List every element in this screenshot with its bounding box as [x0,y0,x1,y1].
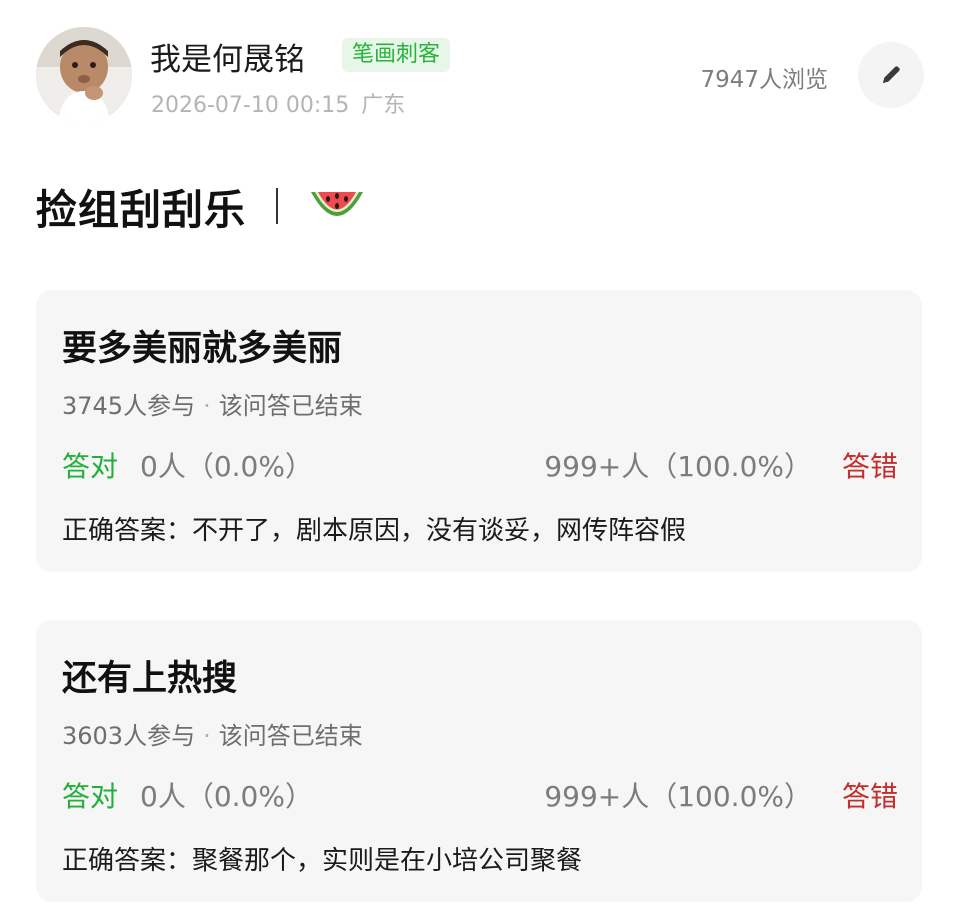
wrong-count: 999+人（100.0%） [544,780,812,813]
wrong-count: 999+人（100.0%） [544,450,812,483]
quiz-stats: 3745人参与 · 该问答已结束 [62,386,363,421]
watermelon-icon [311,192,363,216]
edit-button[interactable] [858,42,924,108]
correct-label: 答对 [62,450,119,483]
post-title-row: 捡组刮刮乐 [36,176,366,236]
participant-count: 3603人参与 [62,722,196,750]
quiz-question: 还有上热搜 [62,659,238,699]
avatar-photo [36,27,132,123]
pencil-icon [883,66,900,83]
author-tag-badge: 笔画刺客 [342,38,451,72]
quiz-status: 该问答已结束 [218,722,363,750]
post-location: 广东 [361,93,406,118]
wrong-label: 答错 [841,450,898,483]
result-row: 答对 0人（0.0%） 999+人（100.0%） 答错 [62,775,898,815]
author-name[interactable]: 我是何晟铭 [150,34,305,79]
correct-label: 答对 [62,780,119,813]
correct-count: 0人（0.0%） [140,780,313,813]
quiz-card[interactable]: 还有上热搜 3603人参与 · 该问答已结束 答对 0人（0.0%） 999+人（1… [36,620,922,902]
correct-answer: 正确答案：聚餐那个，实则是在小培公司聚餐 [62,846,583,876]
post-header: 我是何晟铭 笔画刺客 2026-07-10 00:15 广东 7947人浏览 [0,0,960,140]
title-divider [276,188,278,224]
quiz-card[interactable]: 要多美丽就多美丽 3745人参与 · 该问答已结束 答对 0人（0.0%） 999+… [36,290,922,572]
quiz-status: 该问答已结束 [218,392,363,420]
post-timestamp: 2026-07-10 00:15 [151,93,350,118]
correct-answer: 正确答案：不开了，剧本原因，没有谈妥，网传阵容假 [62,516,687,546]
post-meta: 2026-07-10 00:15 广东 [151,87,405,119]
result-row: 答对 0人（0.0%） 999+人（100.0%） 答错 [62,445,898,485]
correct-count: 0人（0.0%） [140,450,313,483]
wrong-label: 答错 [841,780,898,813]
quiz-stats: 3603人参与 · 该问答已结束 [62,716,363,751]
avatar[interactable] [36,27,132,123]
view-count: 7947人浏览 [700,67,828,93]
quiz-question: 要多美丽就多美丽 [62,329,343,369]
participant-count: 3745人参与 [62,392,196,420]
page-title: 捡组刮刮乐 [36,186,246,234]
separator-dot: · [203,722,211,750]
separator-dot: · [203,392,211,420]
